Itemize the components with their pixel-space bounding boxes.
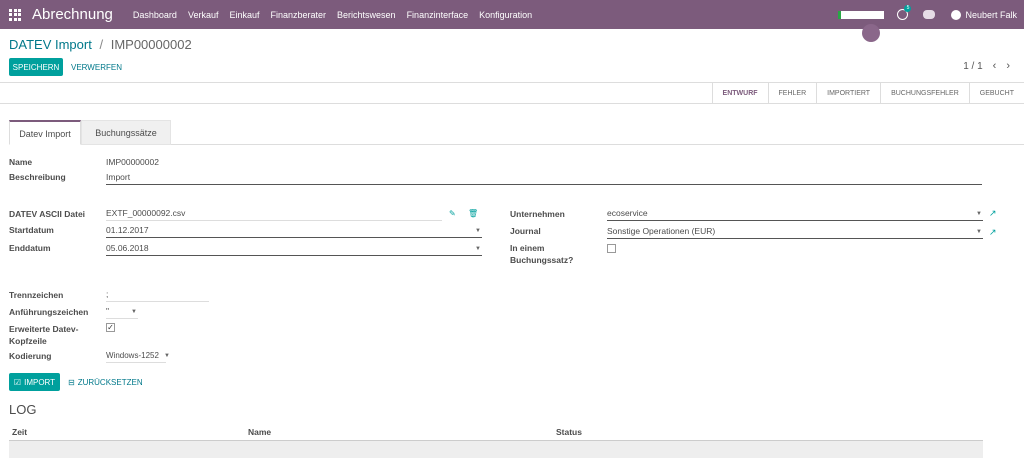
chat-icon[interactable]	[923, 10, 936, 19]
trennzeichen-field[interactable]: ;	[106, 288, 209, 302]
name-label: Name	[9, 157, 33, 167]
beschreibung-label: Beschreibung	[9, 172, 66, 182]
breadcrumb: DATEV Import / IMP00000002	[9, 37, 192, 52]
startdatum-label: Startdatum	[9, 225, 54, 235]
discard-button[interactable]: VERWERFEN	[71, 58, 122, 76]
reset-button-label: ZURÜCKSETZEN	[77, 377, 143, 387]
log-col-name[interactable]: Name	[245, 424, 553, 440]
chevron-down-icon[interactable]: ▼	[131, 306, 137, 319]
pager-next-icon[interactable]: ›	[1006, 60, 1010, 72]
log-table-header: Zeit Name Status	[9, 424, 983, 441]
import-button[interactable]: ☑ IMPORT	[9, 373, 60, 391]
pager-prev-icon[interactable]: ‹	[993, 60, 997, 72]
save-button[interactable]: SPEICHERN	[9, 58, 63, 76]
progress-widget[interactable]	[838, 10, 885, 19]
erweiterte-checkbox[interactable]: ✓	[106, 323, 115, 332]
avatar[interactable]	[951, 9, 962, 20]
anfuehrungszeichen-label: Anführungszeichen	[9, 307, 89, 317]
chevron-down-icon[interactable]: ▼	[976, 208, 982, 221]
buchungssatz-checkbox[interactable]	[607, 244, 616, 253]
kodierung-label: Kodierung	[9, 351, 52, 361]
kodierung-field[interactable]: Windows-1252 ▼	[106, 349, 170, 363]
erweiterte-label-line2: Kopfzeile	[9, 336, 47, 346]
breadcrumb-separator: /	[99, 37, 104, 52]
log-col-status[interactable]: Status	[553, 424, 973, 440]
journal-label: Journal	[510, 226, 541, 236]
status-step-importiert[interactable]: IMPORTIERT	[816, 83, 880, 104]
trash-icon[interactable]: 🗑	[468, 209, 478, 218]
external-link-icon[interactable]: ↗	[989, 209, 998, 218]
pager: 1 / 1 ‹ ›	[963, 60, 1010, 72]
kodierung-value: Windows-1252	[106, 351, 159, 360]
breadcrumb-current: IMP00000002	[110, 37, 192, 52]
apps-menu-icon[interactable]	[9, 8, 21, 21]
anfuehrungszeichen-field[interactable]: " ▼	[106, 305, 138, 319]
menu-finanzinterface[interactable]: Finanzinterface	[407, 10, 469, 20]
status-steps: ENTWURF FEHLER IMPORTIERT BUCHUNGSFEHLER…	[711, 83, 1024, 104]
activity-count-badge: 5	[904, 5, 912, 12]
reset-button[interactable]: ⊟ ZURÜCKSETZEN	[68, 373, 143, 391]
unternehmen-value: ecoservice	[607, 208, 648, 218]
anfuehrungszeichen-value: "	[106, 306, 110, 316]
chevron-down-icon[interactable]: ▼	[164, 350, 170, 363]
enddatum-label: Enddatum	[9, 243, 51, 253]
table-row	[9, 441, 983, 458]
menu-verkauf[interactable]: Verkauf	[188, 10, 219, 20]
menu-konfiguration[interactable]: Konfiguration	[479, 10, 532, 20]
edit-pencil-icon[interactable]: ✎	[449, 209, 456, 218]
menu-dashboard[interactable]: Dashboard	[133, 10, 177, 20]
app-title: Abrechnung	[32, 6, 113, 23]
unternehmen-field[interactable]: ecoservice ▼	[607, 207, 983, 221]
unternehmen-label: Unternehmen	[510, 209, 565, 219]
journal-value: Sonstige Operationen (EUR)	[607, 226, 716, 236]
log-table: Zeit Name Status	[9, 424, 983, 458]
chevron-down-icon[interactable]: ▼	[976, 226, 982, 239]
user-name[interactable]: Neubert Falk	[965, 10, 1017, 20]
import-button-label: IMPORT	[24, 377, 56, 387]
minus-icon: ⊟	[68, 377, 75, 387]
buchungssatz-label-line2: Buchungssatz?	[510, 255, 574, 265]
chevron-down-icon[interactable]: ▼	[475, 243, 481, 256]
startdatum-field[interactable]: 01.12.2017 ▼	[106, 224, 482, 238]
tab-datev-import[interactable]: Datev Import	[9, 120, 81, 145]
startdatum-value: 01.12.2017	[106, 225, 149, 235]
chevron-down-icon[interactable]: ▼	[475, 225, 481, 238]
status-step-gebucht[interactable]: GEBUCHT	[968, 83, 1024, 104]
buchungssatz-label-line1: In einem	[510, 243, 545, 253]
enddatum-field[interactable]: 05.06.2018 ▼	[106, 242, 482, 256]
menu-einkauf[interactable]: Einkauf	[229, 10, 259, 20]
beschreibung-field[interactable]: Import	[106, 171, 982, 185]
statusbar: ENTWURF FEHLER IMPORTIERT BUCHUNGSFEHLER…	[0, 83, 1024, 104]
breadcrumb-parent-link[interactable]: DATEV Import	[9, 37, 92, 52]
menu-berichtswesen[interactable]: Berichtswesen	[337, 10, 396, 20]
loading-indicator	[862, 24, 880, 42]
erweiterte-label-line1: Erweiterte Datev-	[9, 324, 79, 334]
pager-value[interactable]: 1 / 1	[963, 61, 982, 72]
trennzeichen-label: Trennzeichen	[9, 290, 64, 300]
datei-field[interactable]: EXTF_00000092.csv	[106, 207, 442, 221]
main-menu: Dashboard Verkauf Einkauf Finanzberater …	[133, 10, 543, 20]
status-step-buchungsfehler[interactable]: BUCHUNGSFEHLER	[880, 83, 969, 104]
journal-field[interactable]: Sonstige Operationen (EUR) ▼	[607, 225, 983, 239]
log-title: LOG	[9, 402, 37, 417]
datei-label: DATEV ASCII Datei	[9, 209, 86, 219]
status-step-entwurf[interactable]: ENTWURF	[711, 83, 768, 104]
activity-clock-icon[interactable]: 5	[897, 5, 912, 20]
tab-buchungssaetze[interactable]: Buchungssätze	[81, 120, 171, 145]
enddatum-value: 05.06.2018	[106, 243, 149, 253]
name-value: IMP00000002	[106, 157, 159, 167]
status-step-fehler[interactable]: FEHLER	[767, 83, 817, 104]
notebook-tabs: Datev Import Buchungssätze	[9, 120, 1024, 145]
log-col-zeit[interactable]: Zeit	[9, 424, 245, 440]
check-icon: ☑	[13, 377, 22, 387]
menu-finanzberater[interactable]: Finanzberater	[271, 10, 327, 20]
external-link-icon[interactable]: ↗	[989, 228, 998, 237]
